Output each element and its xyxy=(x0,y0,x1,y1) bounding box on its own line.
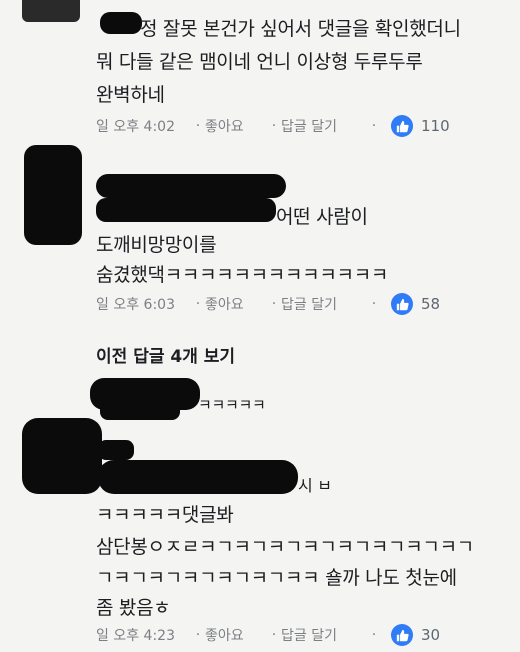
redacted-text xyxy=(96,198,276,222)
comment-text-line: ㄱㅋㄱㅋㄱㅋㄱㅋㄱㅋㄱㅋㅋ 숄까 나도 첫눈에 xyxy=(96,567,457,589)
separator-dot: · xyxy=(195,118,201,134)
separator-dot: · xyxy=(195,296,201,312)
separator-dot: · xyxy=(195,627,201,643)
like-count[interactable]: 110 xyxy=(421,117,450,135)
separator-dot: · xyxy=(271,296,277,312)
comment-meta: 일 오후 6:03 · 좋아요 · 답글 달기 · 58 xyxy=(96,293,440,315)
like-count[interactable]: 58 xyxy=(421,295,440,313)
reply-button[interactable]: 답글 달기 xyxy=(281,294,367,314)
separator-dot: · xyxy=(271,118,277,134)
reply-button[interactable]: 답글 달기 xyxy=(281,116,367,136)
avatar[interactable] xyxy=(22,0,80,22)
comment-time[interactable]: 일 오후 6:03 xyxy=(96,294,191,314)
comment-text-line: 도깨비망망이를 xyxy=(96,234,217,256)
thumbs-up-icon xyxy=(391,624,413,646)
reply-button[interactable]: 답글 달기 xyxy=(281,625,367,645)
comment-time[interactable]: 일 오후 4:23 xyxy=(96,625,191,645)
redacted-text xyxy=(98,440,134,460)
comment-text-line: 어떤 사람이 xyxy=(276,206,368,228)
comment-text-line: 숨겼했댁ㅋㅋㅋㅋㅋㅋㅋㅋㅋㅋㅋㅋㅋ xyxy=(96,264,389,286)
comment-text-line: 뭐 다들 같은 맴이네 언니 이상형 두루두루 xyxy=(96,51,423,73)
comment-time[interactable]: 일 오후 4:02 xyxy=(96,116,191,136)
comment-text-line: ㅋㅋㅋㅋㅋ xyxy=(198,396,266,414)
like-button[interactable]: 좋아요 xyxy=(205,116,267,136)
comment-text-line: 정 잘못 본건가 싶어서 댓글을 확인했더니 xyxy=(140,18,461,40)
like-count[interactable]: 30 xyxy=(421,626,440,644)
avatar[interactable] xyxy=(22,418,102,494)
comment-text-line: 시 ㅂ xyxy=(298,476,332,495)
thumbs-up-icon xyxy=(391,293,413,315)
separator-dot: · xyxy=(371,296,377,312)
separator-dot: · xyxy=(371,118,377,134)
avatar[interactable] xyxy=(24,145,82,245)
comment-text-line: 완벽하네 xyxy=(96,84,165,106)
comment-text-line: 좀 봤음ㅎ xyxy=(96,597,171,619)
like-button[interactable]: 좋아요 xyxy=(205,625,267,645)
comment-meta: 일 오후 4:02 · 좋아요 · 답글 달기 · 110 xyxy=(96,115,450,137)
separator-dot: · xyxy=(371,627,377,643)
comment-meta: 일 오후 4:23 · 좋아요 · 답글 달기 · 30 xyxy=(96,624,440,646)
like-button[interactable]: 좋아요 xyxy=(205,294,267,314)
redacted-text xyxy=(98,460,298,494)
comment-text-line: ㅋㅋㅋㅋㅋ댓글봐 xyxy=(96,504,234,526)
comment-text-line: 삼단봉ㅇㅈㄹㅋㄱㅋㄱㅋㄱㅋㄱㅋㄱㅋㄱㅋㄱㅋㄱ xyxy=(96,536,474,558)
view-previous-replies-link[interactable]: 이전 답글 4개 보기 xyxy=(96,342,235,367)
redacted-text xyxy=(100,402,180,420)
separator-dot: · xyxy=(271,627,277,643)
thumbs-up-icon xyxy=(391,115,413,137)
redacted-name xyxy=(96,174,286,198)
